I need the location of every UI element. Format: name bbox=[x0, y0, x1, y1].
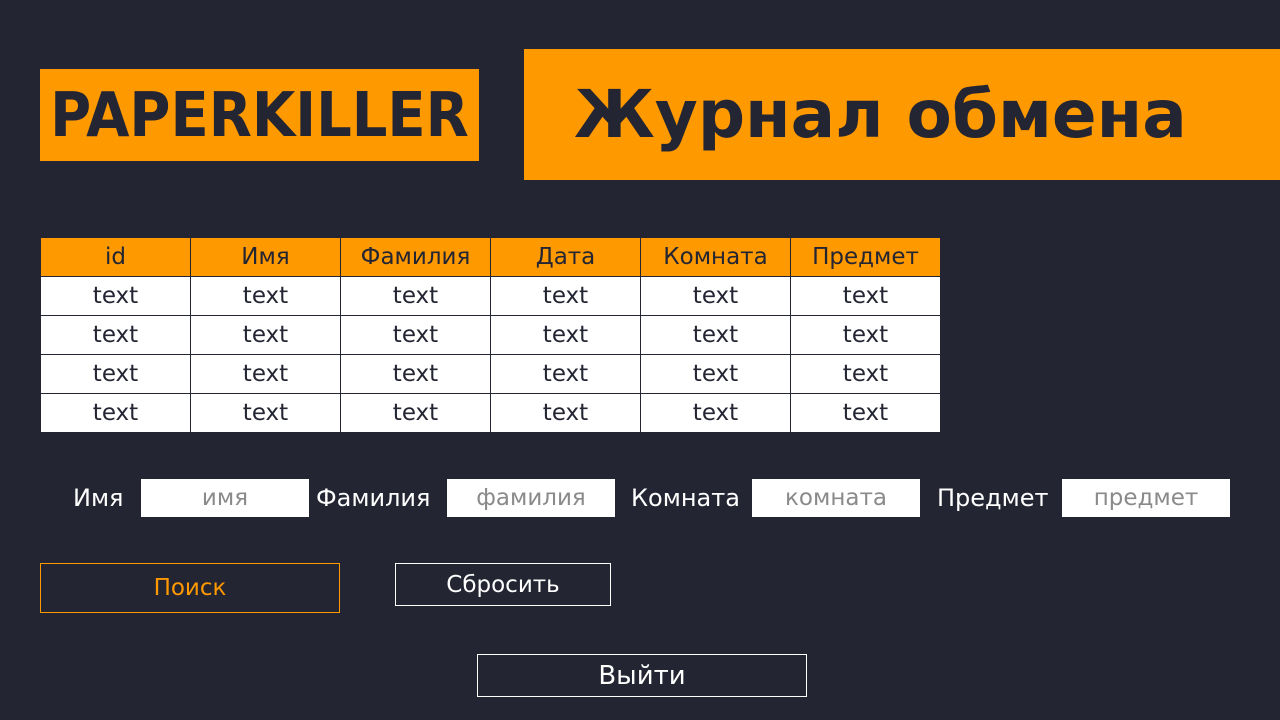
room-label: Комната bbox=[631, 484, 740, 512]
table-row[interactable]: text text text text text text bbox=[40, 354, 941, 394]
table-cell: text bbox=[790, 276, 941, 316]
table-cell: text bbox=[640, 393, 791, 433]
table-cell: text bbox=[340, 393, 491, 433]
table-cell: text bbox=[790, 393, 941, 433]
table-row[interactable]: text text text text text text bbox=[40, 393, 941, 433]
logo: PAPERKILLER bbox=[40, 69, 479, 161]
subject-input[interactable] bbox=[1061, 478, 1231, 518]
table-cell: text bbox=[40, 315, 191, 355]
table-cell: text bbox=[490, 276, 641, 316]
reset-button[interactable]: Сбросить bbox=[395, 563, 611, 606]
logo-text: PAPERKILLER bbox=[50, 79, 469, 151]
table-cell: text bbox=[190, 393, 341, 433]
table-header-row: id Имя Фамилия Дата Комната Предмет bbox=[40, 237, 941, 277]
table-row[interactable]: text text text text text text bbox=[40, 276, 941, 316]
table-row[interactable]: text text text text text text bbox=[40, 315, 941, 355]
table-cell: text bbox=[490, 354, 641, 394]
room-input[interactable] bbox=[751, 478, 921, 518]
table-cell: text bbox=[640, 315, 791, 355]
table-cell: text bbox=[190, 315, 341, 355]
column-header-first-name[interactable]: Имя bbox=[190, 237, 341, 277]
column-header-id[interactable]: id bbox=[40, 237, 191, 277]
page-header: Журнал обмена bbox=[524, 49, 1280, 180]
column-header-last-name[interactable]: Фамилия bbox=[340, 237, 491, 277]
table-cell: text bbox=[340, 315, 491, 355]
column-header-room[interactable]: Комната bbox=[640, 237, 791, 277]
last-name-label: Фамилия bbox=[316, 484, 431, 512]
table-cell: text bbox=[40, 354, 191, 394]
table-cell: text bbox=[640, 276, 791, 316]
table-cell: text bbox=[40, 393, 191, 433]
table-cell: text bbox=[190, 354, 341, 394]
table-cell: text bbox=[640, 354, 791, 394]
exchange-log-table: id Имя Фамилия Дата Комната Предмет text… bbox=[40, 237, 941, 433]
column-header-date[interactable]: Дата bbox=[490, 237, 641, 277]
page-title: Журнал обмена bbox=[574, 76, 1187, 153]
table-cell: text bbox=[790, 354, 941, 394]
table-cell: text bbox=[340, 354, 491, 394]
last-name-input[interactable] bbox=[446, 478, 616, 518]
table-cell: text bbox=[340, 276, 491, 316]
table-cell: text bbox=[490, 315, 641, 355]
column-header-subject[interactable]: Предмет bbox=[790, 237, 941, 277]
search-button[interactable]: Поиск bbox=[40, 563, 340, 613]
exit-button[interactable]: Выйти bbox=[477, 654, 807, 697]
first-name-input[interactable] bbox=[140, 478, 310, 518]
first-name-label: Имя bbox=[73, 484, 124, 512]
table-cell: text bbox=[790, 315, 941, 355]
table-cell: text bbox=[490, 393, 641, 433]
subject-label: Предмет bbox=[937, 484, 1049, 512]
table-cell: text bbox=[40, 276, 191, 316]
table-cell: text bbox=[190, 276, 341, 316]
